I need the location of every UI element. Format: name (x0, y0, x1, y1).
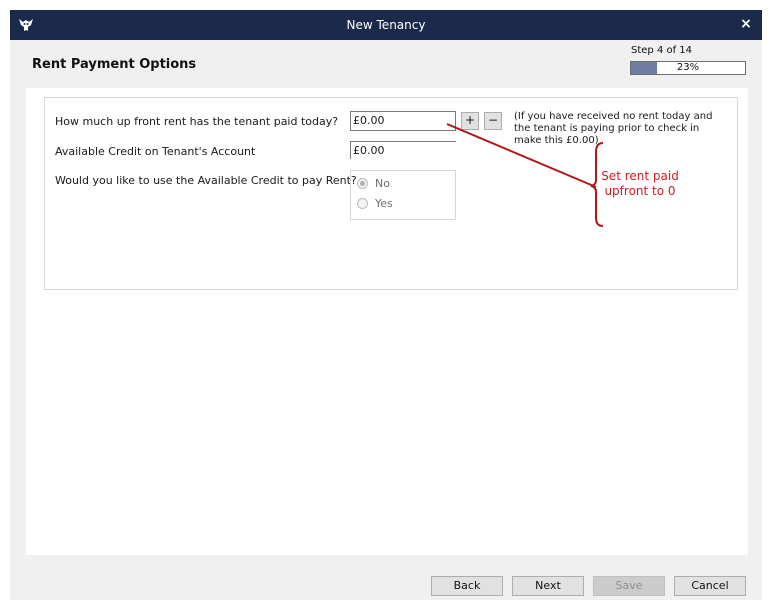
next-button[interactable]: Next (512, 576, 584, 596)
upfront-rent-hint: (If you have received no rent today and … (514, 111, 713, 146)
annotation-line-1: Set rent paid (601, 169, 679, 183)
radio-button-icon[interactable] (357, 177, 368, 189)
decrease-button[interactable]: − (484, 112, 502, 130)
available-credit-value: £0.00 (350, 141, 456, 159)
radio-option-label: No (375, 176, 390, 190)
use-credit-label: Would you like to use the Available Cred… (55, 174, 357, 187)
save-button[interactable]: Save (593, 576, 665, 596)
page-title: Rent Payment Options (32, 57, 197, 72)
step-label: Step 4 of 14 (631, 45, 693, 56)
radio-option-yes[interactable]: Yes (357, 195, 393, 211)
progress-bar: 23% (630, 61, 746, 75)
close-icon[interactable]: × (736, 14, 756, 34)
cancel-button[interactable]: Cancel (674, 576, 746, 596)
window-title: New Tenancy (346, 18, 426, 32)
use-credit-radio-group: No Yes (350, 170, 456, 220)
annotation-line-2: upfront to 0 (604, 184, 676, 198)
upfront-rent-input[interactable]: £0.00 (350, 111, 456, 131)
upfront-rent-label: How much up front rent has the tenant pa… (55, 115, 339, 128)
radio-option-label: Yes (375, 196, 393, 210)
radio-button-icon[interactable] (357, 197, 368, 209)
annotation-note: Set rent paid upfront to 0 (594, 169, 686, 199)
increase-button[interactable]: + (461, 112, 479, 130)
radio-option-no[interactable]: No (357, 175, 390, 191)
available-credit-label: Available Credit on Tenant's Account (55, 145, 256, 158)
new-tenancy-window: New Tenancy × Rent Payment Options Step … (10, 10, 762, 600)
content-panel: How much up front rent has the tenant pa… (26, 88, 748, 555)
back-button[interactable]: Back (431, 576, 503, 596)
title-bar: New Tenancy × (10, 10, 762, 40)
progress-text: 23% (676, 62, 700, 73)
